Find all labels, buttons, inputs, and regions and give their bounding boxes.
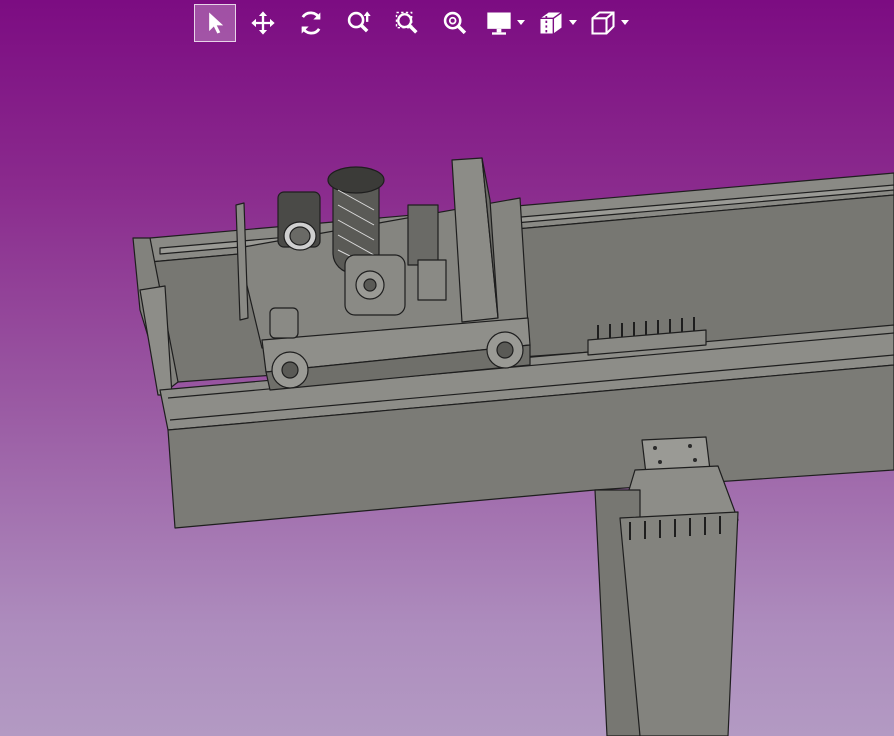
zoom-fit-button[interactable]	[434, 4, 476, 42]
3d-viewport[interactable]	[0, 0, 894, 736]
standard-views-button[interactable]	[586, 4, 620, 42]
crane-model[interactable]	[0, 0, 894, 736]
chevron-down-icon	[621, 20, 629, 25]
section-views-icon	[540, 11, 562, 35]
chevron-down-icon	[569, 20, 577, 25]
standard-views-dropdown[interactable]	[586, 4, 630, 42]
zoom-dynamic-button[interactable]	[338, 4, 380, 42]
select-arrow-icon	[209, 12, 224, 34]
section-views-caret[interactable]	[568, 13, 578, 33]
zoom-fit-icon	[443, 11, 467, 35]
display-mode-caret[interactable]	[516, 13, 526, 33]
display-mode-icon	[487, 12, 511, 35]
zoom-window-icon	[395, 11, 418, 34]
rotate-icon	[301, 11, 321, 35]
rotate-button[interactable]	[290, 4, 332, 42]
display-mode-dropdown[interactable]	[482, 4, 526, 42]
chevron-down-icon	[517, 20, 525, 25]
display-mode-button[interactable]	[482, 4, 516, 42]
pan-move-icon	[251, 11, 275, 35]
pan-button[interactable]	[242, 4, 284, 42]
select-button[interactable]	[194, 4, 236, 42]
zoom-window-button[interactable]	[386, 4, 428, 42]
zoom-dynamic-icon	[347, 11, 371, 33]
standard-views-cube-icon	[591, 11, 615, 35]
section-views-dropdown[interactable]	[534, 4, 578, 42]
standard-views-caret[interactable]	[620, 13, 630, 33]
section-views-button[interactable]	[534, 4, 568, 42]
brake-unit	[407, 204, 439, 266]
view-toolbar	[194, 3, 638, 43]
